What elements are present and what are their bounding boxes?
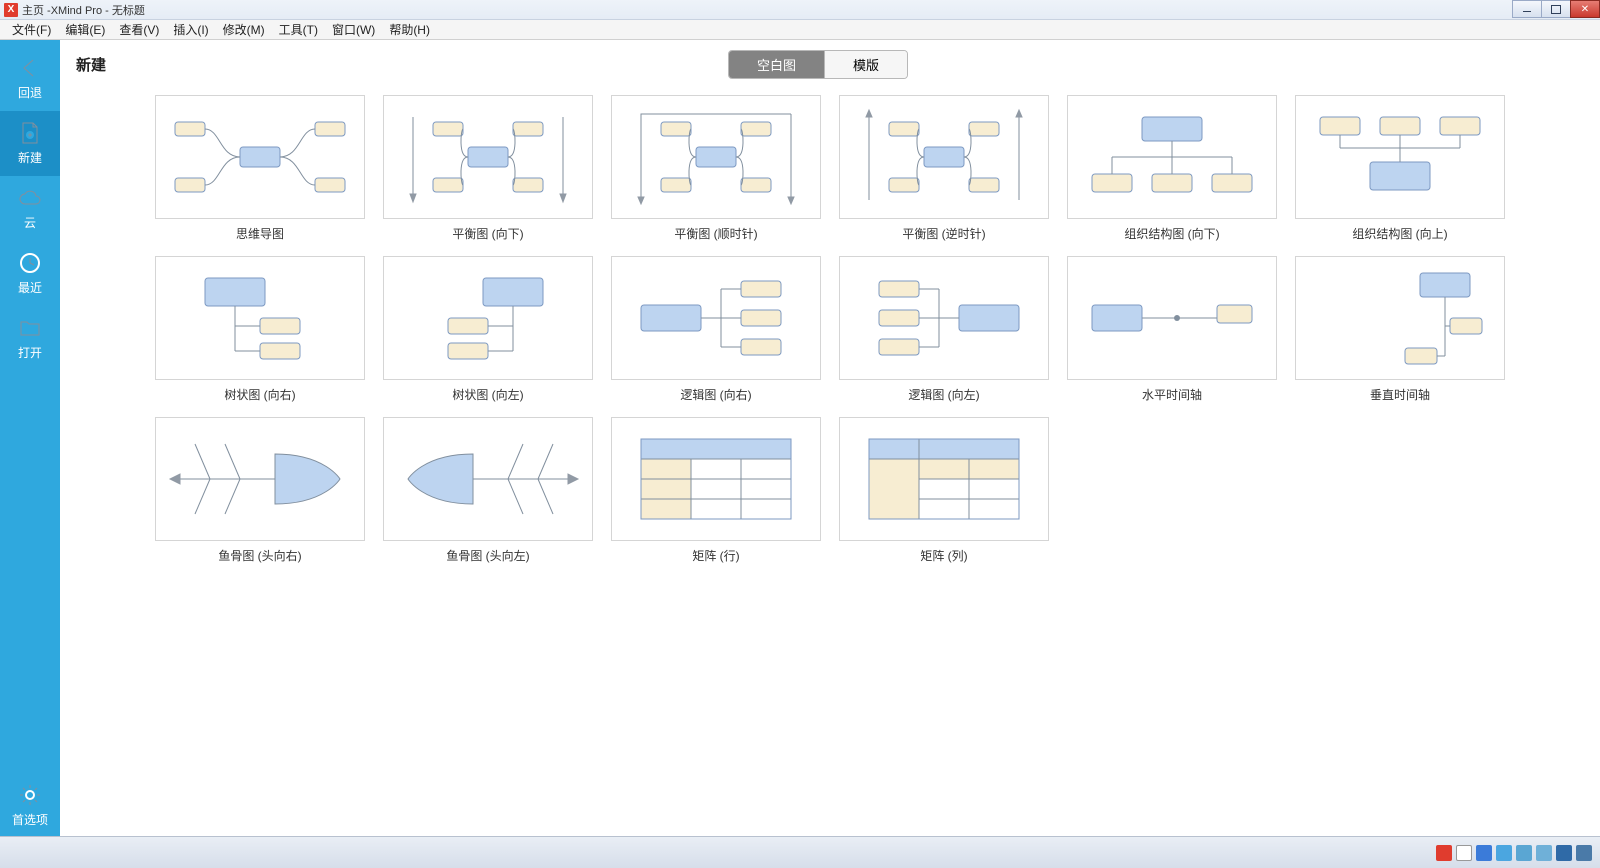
tray-icon[interactable] bbox=[1556, 845, 1572, 861]
template-thumbnail bbox=[611, 95, 821, 219]
template-thumbnail bbox=[155, 256, 365, 380]
template-label: 垂直时间轴 bbox=[1370, 386, 1430, 403]
file-new-icon bbox=[18, 121, 42, 145]
clock-icon bbox=[18, 251, 42, 275]
template-timeline-v[interactable]: 垂直时间轴 bbox=[1295, 256, 1505, 403]
gear-icon bbox=[18, 783, 42, 807]
sidebar-item-recent[interactable]: 最近 bbox=[0, 241, 60, 306]
template-label: 逻辑图 (向右) bbox=[680, 386, 751, 403]
template-thumbnail bbox=[1067, 95, 1277, 219]
window-minimize-button[interactable] bbox=[1512, 0, 1542, 18]
sidebar-label: 首选项 bbox=[12, 811, 48, 828]
template-grid: 思维导图 平衡图 (向下) 平衡图 (顺时针) 平衡图 (逆时针) 组织结构图 (向下)… bbox=[60, 89, 1600, 584]
template-tree-left[interactable]: 树状图 (向左) bbox=[383, 256, 593, 403]
template-balanced-cw[interactable]: 平衡图 (顺时针) bbox=[611, 95, 821, 242]
template-org-up[interactable]: 组织结构图 (向上) bbox=[1295, 95, 1505, 242]
cloud-icon bbox=[18, 186, 42, 210]
template-fishbone-right[interactable]: 鱼骨图 (头向右) bbox=[155, 417, 365, 564]
template-thumbnail bbox=[1295, 256, 1505, 380]
template-thumbnail bbox=[383, 417, 593, 541]
sidebar-label: 回退 bbox=[18, 84, 42, 101]
template-label: 组织结构图 (向下) bbox=[1124, 225, 1219, 242]
sidebar-label: 打开 bbox=[18, 344, 42, 361]
template-balanced-down[interactable]: 平衡图 (向下) bbox=[383, 95, 593, 242]
sidebar-label: 云 bbox=[24, 214, 36, 231]
window-close-button[interactable] bbox=[1570, 0, 1600, 18]
sidebar-label: 新建 bbox=[18, 149, 42, 166]
template-label: 组织结构图 (向上) bbox=[1352, 225, 1447, 242]
template-thumbnail bbox=[383, 95, 593, 219]
tray-icon[interactable] bbox=[1536, 845, 1552, 861]
template-label: 矩阵 (列) bbox=[920, 547, 967, 564]
sidebar-item-back[interactable]: 回退 bbox=[0, 46, 60, 111]
template-label: 逻辑图 (向左) bbox=[908, 386, 979, 403]
template-label: 平衡图 (向下) bbox=[452, 225, 523, 242]
sidebar-item-open[interactable]: 打开 bbox=[0, 306, 60, 371]
template-thumbnail bbox=[155, 95, 365, 219]
folder-icon bbox=[18, 316, 42, 340]
template-timeline-h[interactable]: 水平时间轴 bbox=[1067, 256, 1277, 403]
template-matrix-row[interactable]: 矩阵 (行) bbox=[611, 417, 821, 564]
template-mindmap[interactable]: 思维导图 bbox=[155, 95, 365, 242]
arrow-left-icon bbox=[18, 56, 42, 80]
main-panel: 新建 空白图 模版 思维导图 平衡图 (向下) 平衡图 (顺时针) 平衡图 (逆时针)… bbox=[60, 40, 1600, 836]
template-thumbnail bbox=[383, 256, 593, 380]
template-label: 矩阵 (行) bbox=[692, 547, 739, 564]
tray-icon[interactable] bbox=[1516, 845, 1532, 861]
sidebar-item-cloud[interactable]: 云 bbox=[0, 176, 60, 241]
tab-template[interactable]: 模版 bbox=[824, 51, 907, 78]
page-title: 新建 bbox=[76, 54, 106, 75]
template-thumbnail bbox=[1067, 256, 1277, 380]
menu-view[interactable]: 查看(V) bbox=[113, 20, 165, 39]
template-label: 平衡图 (逆时针) bbox=[902, 225, 985, 242]
template-matrix-col[interactable]: 矩阵 (列) bbox=[839, 417, 1049, 564]
template-thumbnail bbox=[1295, 95, 1505, 219]
template-org-down[interactable]: 组织结构图 (向下) bbox=[1067, 95, 1277, 242]
template-thumbnail bbox=[611, 256, 821, 380]
tray-icon[interactable] bbox=[1476, 845, 1492, 861]
menu-modify[interactable]: 修改(M) bbox=[217, 20, 271, 39]
template-thumbnail bbox=[611, 417, 821, 541]
titlebar: X 主页 -XMind Pro - 无标题 bbox=[0, 0, 1600, 20]
template-thumbnail bbox=[839, 417, 1049, 541]
tray-icon[interactable] bbox=[1496, 845, 1512, 861]
sidebar: 回退 新建 云 最近 打开 bbox=[0, 40, 60, 836]
tray-icon[interactable] bbox=[1436, 845, 1452, 861]
sidebar-label: 最近 bbox=[18, 279, 42, 296]
menu-tools[interactable]: 工具(T) bbox=[273, 20, 324, 39]
template-label: 鱼骨图 (头向左) bbox=[446, 547, 529, 564]
template-thumbnail bbox=[839, 256, 1049, 380]
menu-edit[interactable]: 编辑(E) bbox=[59, 20, 111, 39]
taskbar bbox=[0, 836, 1600, 868]
tray-icon[interactable] bbox=[1456, 845, 1472, 861]
template-thumbnail bbox=[155, 417, 365, 541]
template-balanced-ccw[interactable]: 平衡图 (逆时针) bbox=[839, 95, 1049, 242]
template-label: 平衡图 (顺时针) bbox=[674, 225, 757, 242]
template-thumbnail bbox=[839, 95, 1049, 219]
menu-bar: 文件(F) 编辑(E) 查看(V) 插入(I) 修改(M) 工具(T) 窗口(W… bbox=[0, 20, 1600, 40]
template-label: 水平时间轴 bbox=[1142, 386, 1202, 403]
menu-insert[interactable]: 插入(I) bbox=[167, 20, 214, 39]
tab-blank[interactable]: 空白图 bbox=[729, 51, 824, 78]
window-maximize-button[interactable] bbox=[1541, 0, 1571, 18]
app-icon: X bbox=[4, 3, 18, 17]
template-label: 树状图 (向左) bbox=[452, 386, 523, 403]
template-logic-left[interactable]: 逻辑图 (向左) bbox=[839, 256, 1049, 403]
menu-window[interactable]: 窗口(W) bbox=[326, 20, 381, 39]
menu-help[interactable]: 帮助(H) bbox=[383, 20, 436, 39]
template-logic-right[interactable]: 逻辑图 (向右) bbox=[611, 256, 821, 403]
sidebar-item-prefs[interactable]: 首选项 bbox=[0, 773, 60, 836]
sidebar-item-new[interactable]: 新建 bbox=[0, 111, 60, 176]
template-label: 鱼骨图 (头向右) bbox=[218, 547, 301, 564]
template-label: 树状图 (向右) bbox=[224, 386, 295, 403]
tray-icon[interactable] bbox=[1576, 845, 1592, 861]
menu-file[interactable]: 文件(F) bbox=[6, 20, 57, 39]
view-tabs: 空白图 模版 bbox=[728, 50, 908, 79]
template-tree-right[interactable]: 树状图 (向右) bbox=[155, 256, 365, 403]
template-fishbone-left[interactable]: 鱼骨图 (头向左) bbox=[383, 417, 593, 564]
window-title: 主页 -XMind Pro - 无标题 bbox=[22, 2, 145, 18]
template-label: 思维导图 bbox=[236, 225, 284, 242]
